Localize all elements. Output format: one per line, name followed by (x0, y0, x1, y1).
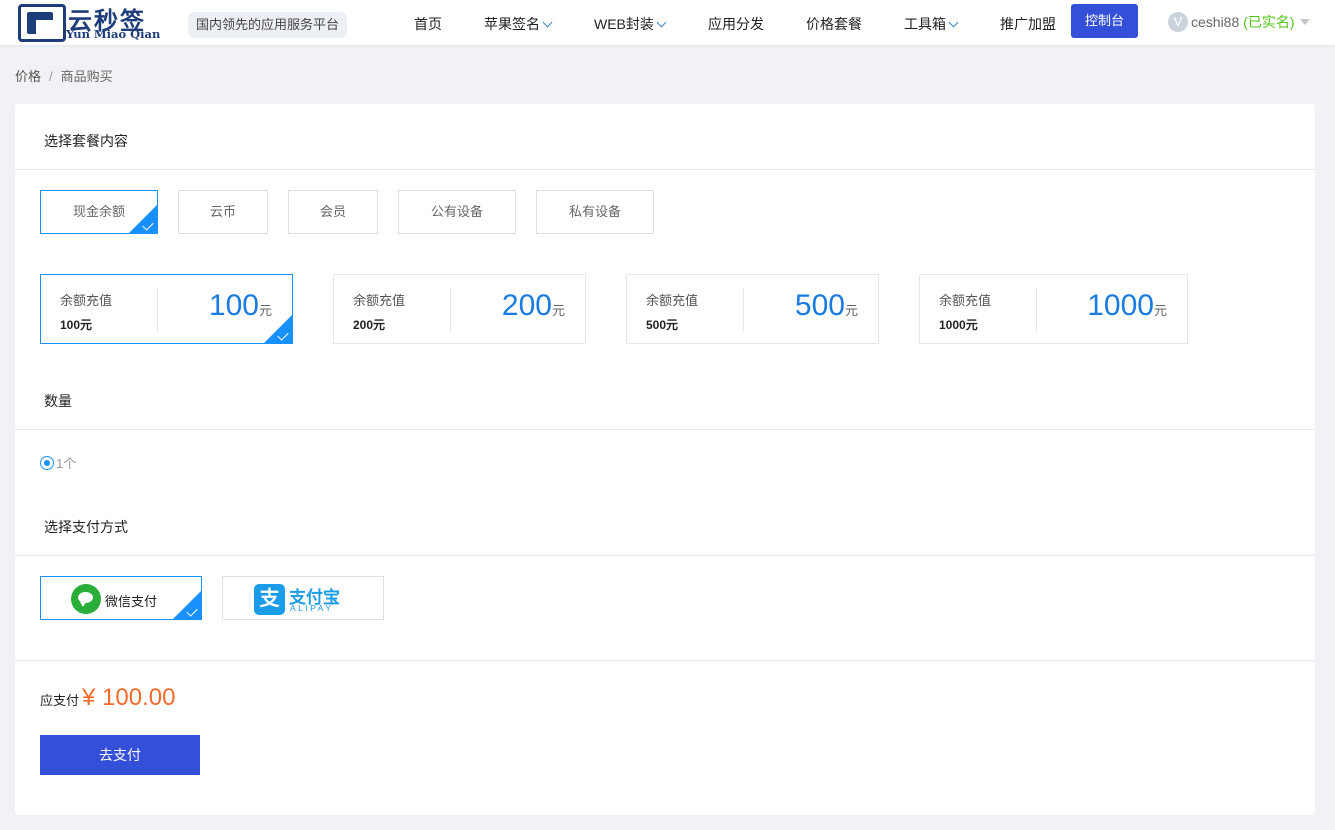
nav-app-distribution[interactable]: 应用分发 (708, 14, 764, 34)
category-cloud-coin[interactable]: 云币 (178, 190, 268, 234)
amount-due-value: ¥ 100.00 (82, 684, 176, 711)
package-subtitle: 100元 (60, 318, 93, 332)
package-divider (1036, 288, 1037, 332)
package-unit: 元 (844, 303, 858, 318)
console-button[interactable]: 控制台 (1071, 4, 1138, 38)
amount-due-label: 应支付 (40, 693, 80, 708)
quantity-radio-1[interactable]: 1个 (40, 453, 76, 472)
package-name: 余额充值 (353, 293, 406, 308)
user-menu[interactable]: Vceshi88 (已实名) (1168, 12, 1311, 34)
nav-apple-sign-label: 苹果签名 (484, 16, 540, 32)
wechat-pay-label: 微信支付 (105, 594, 158, 609)
avatar: V (1168, 12, 1188, 32)
selected-corner (264, 315, 292, 343)
chevron-down-icon (542, 17, 553, 28)
nav-affiliate[interactable]: 推广加盟 (1000, 14, 1056, 34)
nav-toolbox-label: 工具箱 (904, 16, 946, 32)
nav-pricing[interactable]: 价格套餐 (806, 14, 862, 34)
breadcrumb-parent[interactable]: 价格 (15, 69, 41, 84)
alipay-label-en: ALIPAY (290, 603, 334, 613)
category-public-device[interactable]: 公有设备 (398, 190, 516, 234)
package-card-100[interactable]: 余额充值 100元 100元 (40, 274, 293, 344)
nav-apple-sign[interactable]: 苹果签名 (484, 14, 553, 34)
divider (15, 429, 1315, 430)
wechat-icon (71, 584, 101, 614)
purchase-card: 选择套餐内容 现金余额 云币 会员 公有设备 私有设备 余额充值 100元 10… (15, 104, 1315, 815)
package-subtitle: 1000元 (939, 318, 978, 332)
breadcrumb-separator: / (49, 69, 53, 84)
package-name: 余额充值 (646, 293, 699, 308)
category-membership[interactable]: 会员 (288, 190, 378, 234)
chevron-down-icon (656, 17, 667, 28)
nav-web-wrap-label: WEB封装 (594, 16, 654, 32)
package-price: 100元 (209, 289, 272, 323)
quantity-label: 1个 (56, 456, 77, 471)
package-price: 1000元 (1087, 289, 1167, 323)
category-label: 现金余额 (72, 204, 125, 219)
selected-corner (173, 591, 201, 619)
caret-down-icon (1300, 19, 1311, 25)
package-name: 余额充值 (60, 293, 113, 308)
logo-name-en: Yun Miao Qian (66, 27, 161, 41)
package-amount: 500 (794, 289, 845, 322)
package-content-title: 选择套餐内容 (44, 133, 128, 149)
top-header: 云秒签 Yun Miao Qian 国内领先的应用服务平台 首页 苹果签名 WE… (0, 0, 1335, 45)
slogan-badge: 国内领先的应用服务平台 (188, 12, 348, 38)
breadcrumb-current: 商品购买 (60, 69, 113, 84)
package-unit: 元 (551, 303, 565, 318)
alipay-option[interactable]: 支 支付宝 ALIPAY (222, 576, 384, 620)
nav-app-distribution-label: 应用分发 (708, 16, 764, 32)
nav-pricing-label: 价格套餐 (806, 16, 862, 32)
pay-button[interactable]: 去支付 (40, 735, 200, 775)
package-divider (743, 288, 744, 332)
category-label: 云币 (209, 204, 236, 219)
divider (15, 169, 1315, 170)
package-divider (157, 288, 158, 332)
verified-badge: (已实名) (1243, 14, 1295, 30)
chevron-down-icon (948, 17, 959, 28)
package-card-1000[interactable]: 余额充值 1000元 1000元 (919, 274, 1188, 344)
alipay-icon: 支 (254, 584, 285, 615)
selected-corner (129, 205, 157, 233)
category-label: 会员 (319, 204, 346, 219)
category-label: 私有设备 (568, 204, 621, 219)
package-amount: 200 (501, 289, 552, 322)
breadcrumb: 价格 / 商品购买 (15, 66, 113, 85)
package-subtitle: 500元 (646, 318, 679, 332)
divider (15, 660, 1315, 661)
logo[interactable]: 云秒签 Yun Miao Qian (18, 2, 173, 42)
wechat-pay-option[interactable]: 微信支付 (40, 576, 202, 620)
quantity-title: 数量 (44, 393, 72, 409)
divider (15, 555, 1315, 556)
amount-due: 应支付 ¥ 100.00 (40, 684, 175, 712)
category-private-device[interactable]: 私有设备 (536, 190, 654, 234)
nav-home-label: 首页 (414, 16, 442, 32)
username: ceshi88 (1191, 14, 1240, 30)
category-label: 公有设备 (430, 204, 483, 219)
package-price: 200元 (502, 289, 565, 323)
package-subtitle: 200元 (353, 318, 386, 332)
nav-toolbox[interactable]: 工具箱 (904, 14, 959, 34)
package-amount: 1000 (1087, 289, 1154, 322)
payment-method-title: 选择支付方式 (44, 519, 128, 535)
package-price: 500元 (795, 289, 858, 323)
nav-home[interactable]: 首页 (414, 14, 442, 34)
package-divider (450, 288, 451, 332)
package-card-500[interactable]: 余额充值 500元 500元 (626, 274, 879, 344)
logo-icon (18, 4, 66, 42)
package-unit: 元 (1153, 303, 1167, 318)
package-amount: 100 (208, 289, 259, 322)
nav-web-wrap[interactable]: WEB封装 (594, 14, 667, 34)
category-cash-balance[interactable]: 现金余额 (40, 190, 158, 234)
nav-affiliate-label: 推广加盟 (1000, 16, 1056, 32)
radio-checked-icon (40, 455, 54, 470)
package-name: 余额充值 (939, 293, 992, 308)
package-card-200[interactable]: 余额充值 200元 200元 (333, 274, 586, 344)
